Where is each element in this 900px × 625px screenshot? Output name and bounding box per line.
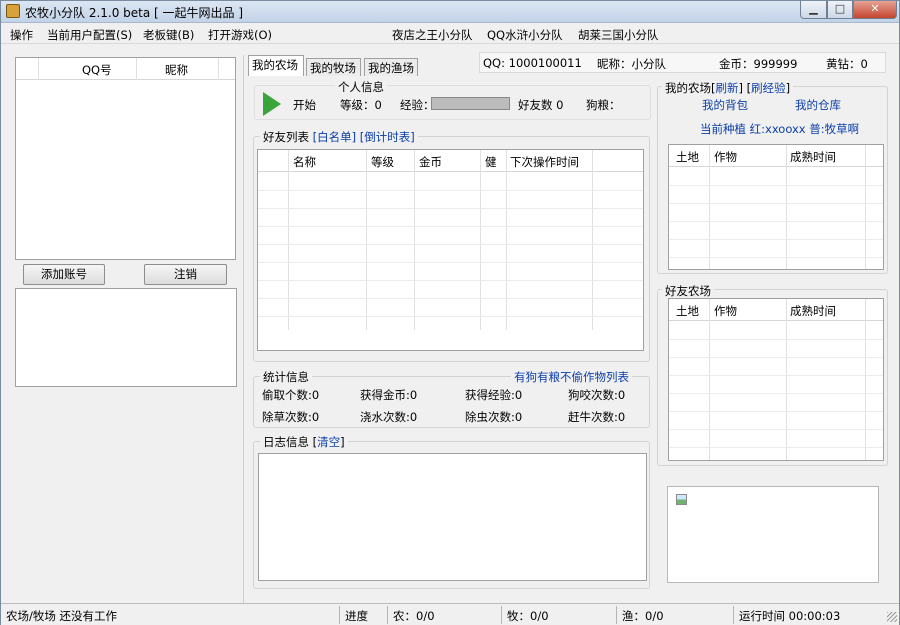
personal-info-title: 个人信息 [335,79,387,95]
stat-chase-cow: 赶牛次数:0 [568,410,626,424]
friend-farm-table-header: 土地 作物 成熟时间 [669,299,883,460]
friend-farm-title: 好友农场 [662,283,714,299]
current-planting: 当前种植 红:xxooxx 普:牧草啊 [700,122,860,136]
menu-boss-key[interactable]: 老板键(B) [143,27,194,43]
maximize-button[interactable]: □ [827,1,853,19]
column-nickname[interactable]: 昵称 [165,62,188,78]
column-name[interactable]: 名称 [293,154,316,170]
dog-food-label: 狗粮： [586,98,621,112]
app-icon [6,4,20,18]
play-icon[interactable] [263,92,281,116]
menu-user-config[interactable]: 当前用户配置(S) [47,27,132,43]
menu-bar: 操作 当前用户配置(S) 老板键(B) 打开游戏(O) 夜店之王小分队 QQ水浒… [1,24,899,44]
add-account-button[interactable]: 添加账号 [23,264,105,285]
account-detail-box [15,288,237,387]
level-label: 等级：0 [340,98,382,112]
my-bag-link[interactable]: 我的背包 [702,97,748,113]
account-list-header: QQ号 昵称 [16,58,235,80]
stats-group: 统计信息 有狗有粮不偷作物列表 偷取个数:0 获得金币:0 获得经验:0 狗咬次… [253,369,650,428]
refresh-link[interactable]: 刷新 [716,81,739,95]
fishery-progress: 渔：0/0 [622,609,664,623]
exp-label: 经验： [400,98,435,112]
personal-info-box: 开始 个人信息 等级：0 经验： 好友数 0 狗粮： [254,79,651,120]
clear-log-link[interactable]: 清空 [317,435,340,449]
menu-open-game[interactable]: 打开游戏(O) [208,27,272,43]
column-gold[interactable]: 金币 [419,154,442,170]
column-mature-time[interactable]: 成熟时间 [790,303,836,319]
title-bar: 农牧小分队 2.1.0 beta [ 一起牛网出品 ] ▁ □ ✕ [1,1,899,23]
gold-amount: 金币：999999 [719,57,798,71]
exp-progress-bar [431,97,510,110]
pasture-progress: 牧：0/0 [507,609,549,623]
minimize-button[interactable]: ▁ [800,1,827,19]
work-status: 农场/牧场 还没有工作 [6,609,118,623]
my-farm-table-header: 土地 作物 成熟时间 [669,145,883,269]
link-sanguo-team[interactable]: 胡莱三国小分队 [578,27,659,43]
menu-operate[interactable]: 操作 [10,27,33,43]
account-list[interactable]: QQ号 昵称 [15,57,236,260]
friend-count: 好友数 0 [518,98,564,112]
column-land[interactable]: 土地 [676,149,699,165]
stat-gold-earned: 获得金币:0 [360,388,418,402]
broken-image-icon [676,494,687,505]
no-steal-list-link[interactable]: 有狗有粮不偷作物列表 [511,369,632,385]
log-textbox[interactable] [258,453,647,581]
column-land[interactable]: 土地 [676,303,699,319]
link-shuihu-team[interactable]: QQ水浒小分队 [487,27,563,43]
stat-exp-earned: 获得经验:0 [465,388,523,402]
brush-exp-link[interactable]: 刷经验 [751,81,786,95]
account-info-bar: QQ: 1000100011 昵称：小分队 金币：999999 黄钻：0 [479,52,886,73]
runtime-label: 运行时间 00:00:03 [739,609,841,623]
whitelist-link[interactable]: [白名单] [313,130,356,144]
countdown-link[interactable]: [倒计时表] [360,130,415,144]
window-title: 农牧小分队 2.1.0 beta [ 一起牛网出品 ] [25,6,244,20]
start-button[interactable]: 开始 [293,97,316,113]
farm-progress: 农：0/0 [393,609,435,623]
column-crop[interactable]: 作物 [714,149,737,165]
friend-table-header: 名称 等级 金币 健 下次操作时间 [258,150,643,330]
my-farm-table[interactable]: 土地 作物 成熟时间 [668,144,884,270]
stat-debug: 除虫次数:0 [465,410,523,424]
log-title: 日志信息 [263,435,309,449]
tab-my-farm[interactable]: 我的农场 [248,55,304,76]
column-health[interactable]: 健 [485,154,497,170]
stats-title: 统计信息 [260,369,312,385]
stat-weeding: 除草次数:0 [262,410,320,424]
resize-grip-icon[interactable] [887,612,897,622]
stat-watering: 浇水次数:0 [360,410,418,424]
stat-steal-count: 偷取个数:0 [262,388,320,402]
tab-my-fishery[interactable]: 我的渔场 [364,58,418,76]
column-mature-time[interactable]: 成熟时间 [790,149,836,165]
tab-my-pasture[interactable]: 我的牧场 [306,58,361,76]
qq-number: QQ: 1000100011 [483,56,582,70]
status-bar: 农场/牧场 还没有工作 进度 农：0/0 牧：0/0 渔：0/0 运行时间 00… [1,603,899,625]
friend-table[interactable]: 名称 等级 金币 健 下次操作时间 [257,149,644,351]
column-qq[interactable]: QQ号 [82,62,112,78]
link-nightclub-team[interactable]: 夜店之王小分队 [392,27,473,43]
my-warehouse-link[interactable]: 我的仓库 [795,97,841,113]
logout-button[interactable]: 注销 [144,264,227,285]
friend-farm-table[interactable]: 土地 作物 成熟时间 [668,298,884,461]
left-divider [243,55,244,603]
close-button[interactable]: ✕ [853,1,897,19]
my-farm-title: 我的农场 [665,81,711,95]
app-window: 农牧小分队 2.1.0 beta [ 一起牛网出品 ] ▁ □ ✕ 操作 当前用… [0,0,900,625]
progress-label: 进度 [345,609,368,623]
column-level[interactable]: 等级 [371,154,394,170]
column-next-action-time[interactable]: 下次操作时间 [510,154,579,170]
column-crop[interactable]: 作物 [714,303,737,319]
diamond-level: 黄钻：0 [826,57,868,71]
nickname: 昵称：小分队 [597,57,666,71]
stat-dog-bite: 狗咬次数:0 [568,388,626,402]
friend-list-title: 好友列表 [263,130,309,144]
ad-image-box[interactable] [667,486,879,583]
